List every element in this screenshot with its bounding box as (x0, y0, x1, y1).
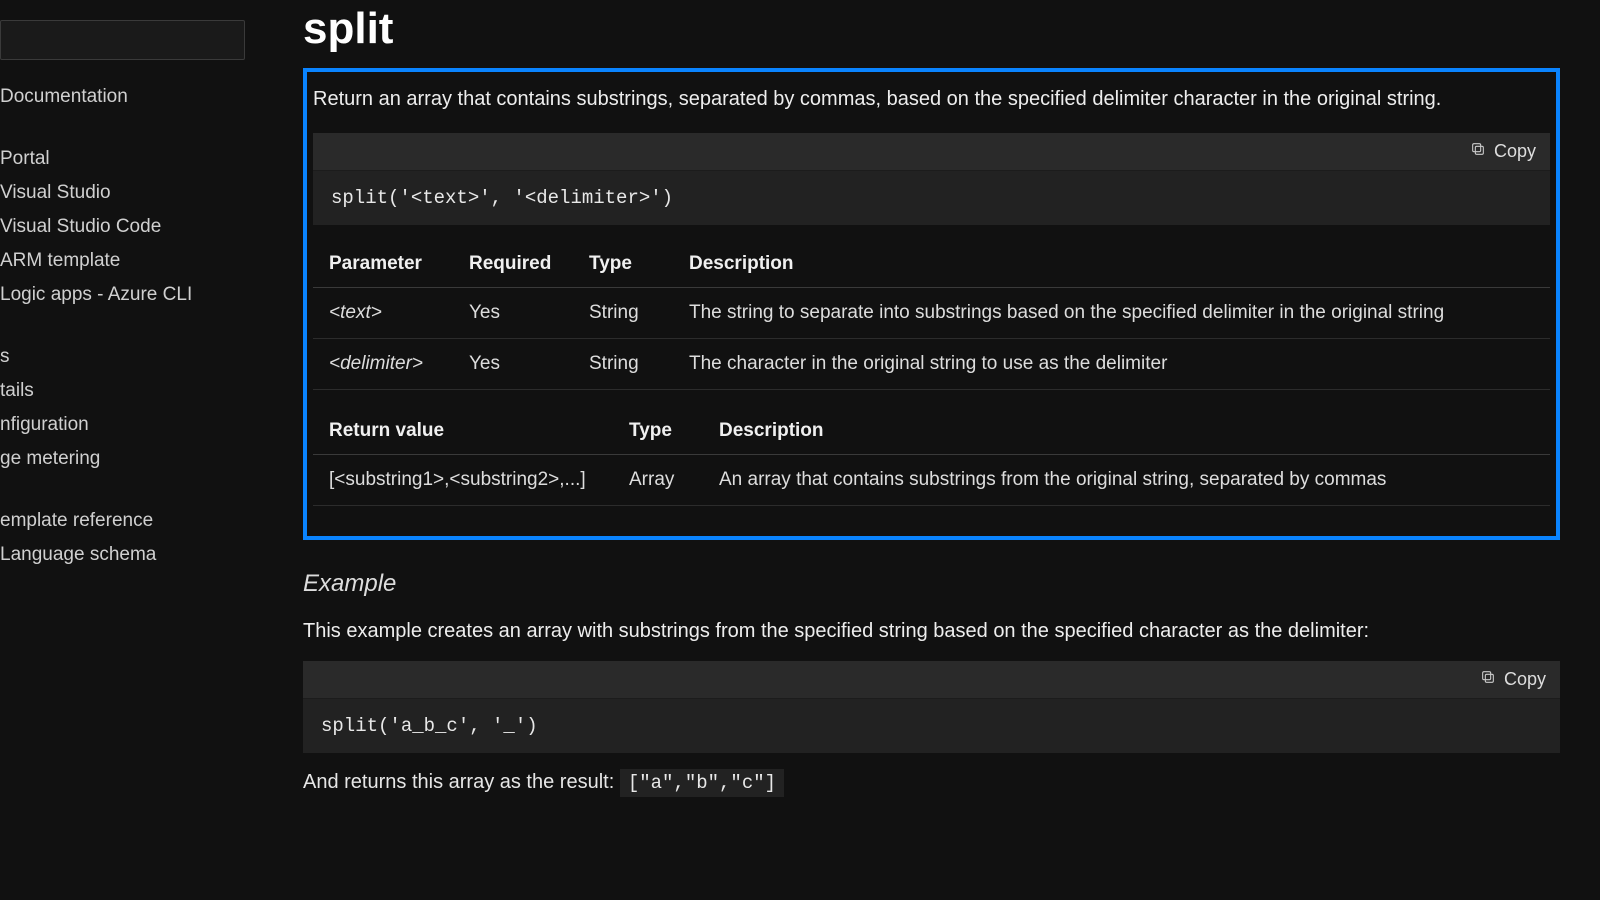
copy-label: Copy (1504, 669, 1546, 690)
col-description: Description (703, 410, 1550, 455)
example-heading: Example (303, 570, 1560, 598)
sidebar-item-visual-studio[interactable]: Visual Studio (0, 176, 255, 210)
parameter-table: Parameter Required Type Description <tex… (313, 243, 1550, 390)
col-description: Description (673, 243, 1550, 288)
col-return-value: Return value (313, 410, 613, 455)
sidebar-item[interactable]: ge metering (0, 442, 255, 476)
copy-label: Copy (1494, 141, 1536, 162)
table-row: <text> Yes String The string to separate… (313, 288, 1550, 339)
lead-description: Return an array that contains substrings… (313, 84, 1550, 115)
sidebar-item[interactable]: s (0, 340, 255, 374)
copy-button[interactable]: Copy (1480, 669, 1546, 690)
return-value: [<substring1>,<substring2>,...] (313, 455, 613, 506)
page-title: split (303, 4, 1560, 54)
col-type: Type (613, 410, 703, 455)
copy-icon (1470, 141, 1486, 162)
syntax-code: split('<text>', '<delimiter>') (313, 171, 1550, 225)
syntax-code-block: Copy split('<text>', '<delimiter>') (313, 133, 1550, 225)
highlighted-section: Return an array that contains substrings… (303, 68, 1560, 540)
param-required: Yes (453, 288, 573, 339)
param-type: String (573, 339, 673, 390)
sidebar-item-template-reference[interactable]: emplate reference (0, 504, 255, 538)
copy-icon (1480, 669, 1496, 690)
col-required: Required (453, 243, 573, 288)
return-type: Array (613, 455, 703, 506)
param-required: Yes (453, 339, 573, 390)
sidebar-item-portal[interactable]: Portal (0, 142, 255, 176)
table-header-row: Parameter Required Type Description (313, 243, 1550, 288)
sidebar: Documentation Portal Visual Studio Visua… (0, 0, 255, 900)
return-desc: An array that contains substrings from t… (703, 455, 1550, 506)
sidebar-item[interactable]: nfiguration (0, 408, 255, 442)
col-type: Type (573, 243, 673, 288)
nav-group: emplate reference Language schema (0, 504, 255, 572)
table-row: <delimiter> Yes String The character in … (313, 339, 1550, 390)
col-parameter: Parameter (313, 243, 453, 288)
table-header-row: Return value Type Description (313, 410, 1550, 455)
nav-group: Documentation (0, 80, 255, 114)
sidebar-item-arm-template[interactable]: ARM template (0, 244, 255, 278)
param-name: <text> (313, 288, 453, 339)
example-code-block: Copy split('a_b_c', '_') (303, 661, 1560, 753)
sidebar-item-language-schema[interactable]: Language schema (0, 538, 255, 572)
example-code: split('a_b_c', '_') (303, 699, 1560, 753)
param-name: <delimiter> (313, 339, 453, 390)
sidebar-item-documentation[interactable]: Documentation (0, 80, 255, 114)
nav-group: s tails nfiguration ge metering (0, 340, 255, 476)
table-row: [<substring1>,<substring2>,...] Array An… (313, 455, 1550, 506)
code-toolbar: Copy (303, 661, 1560, 699)
result-code: ["a","b","c"] (620, 769, 784, 797)
nav-group: Portal Visual Studio Visual Studio Code … (0, 142, 255, 312)
param-desc: The character in the original string to … (673, 339, 1550, 390)
example-result: And returns this array as the result: ["… (303, 771, 1560, 794)
param-desc: The string to separate into substrings b… (673, 288, 1550, 339)
copy-button[interactable]: Copy (1470, 141, 1536, 162)
main-content: split Return an array that contains subs… (255, 0, 1600, 900)
result-prefix: And returns this array as the result: (303, 771, 620, 793)
search-input[interactable] (0, 20, 245, 60)
sidebar-item[interactable]: tails (0, 374, 255, 408)
code-toolbar: Copy (313, 133, 1550, 171)
example-text: This example creates an array with subst… (303, 616, 1560, 647)
sidebar-item-visual-studio-code[interactable]: Visual Studio Code (0, 210, 255, 244)
sidebar-item-logic-apps-cli[interactable]: Logic apps - Azure CLI (0, 278, 255, 312)
param-type: String (573, 288, 673, 339)
return-table: Return value Type Description [<substrin… (313, 410, 1550, 506)
